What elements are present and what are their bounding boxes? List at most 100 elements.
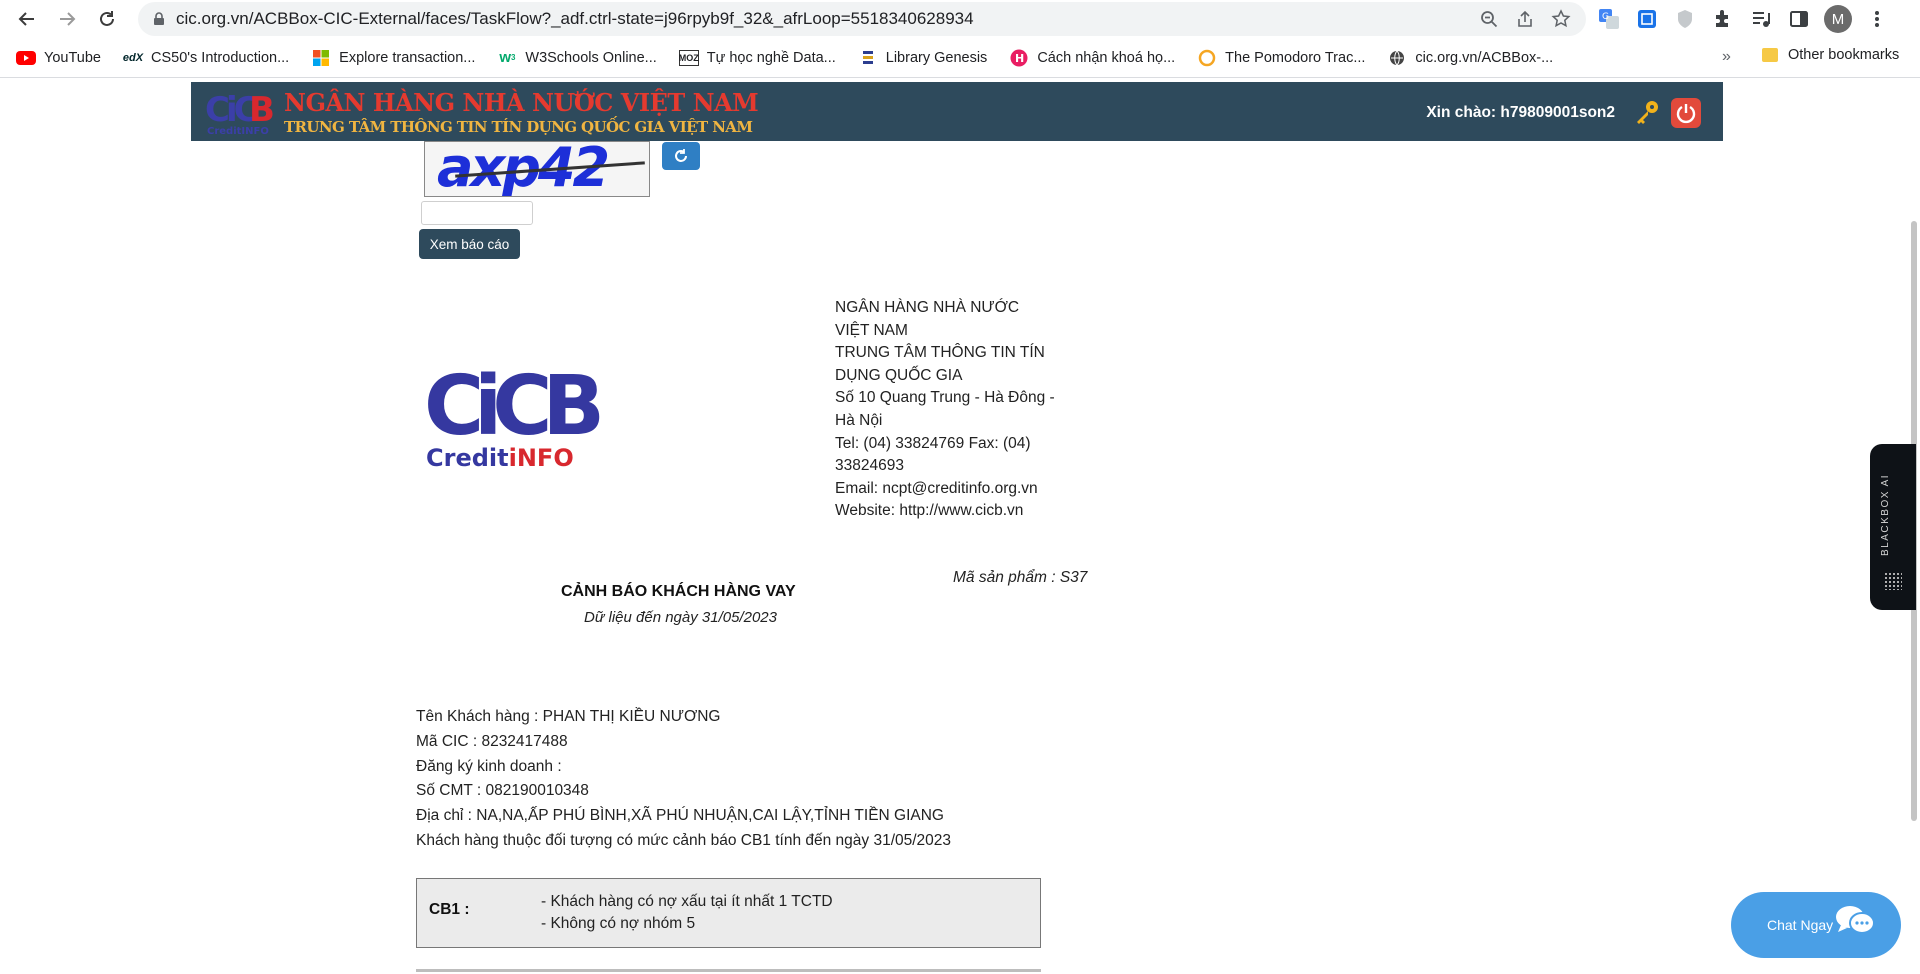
forward-button[interactable] bbox=[50, 2, 84, 36]
bookmark-cach-nhan[interactable]: H Cách nhận khoá họ... bbox=[1009, 49, 1176, 66]
user-greeting: Xin chào: h79809001son2 bbox=[1426, 104, 1615, 121]
zoom-icon[interactable] bbox=[1478, 8, 1500, 30]
org-email: Email: ncpt@creditinfo.org.vn bbox=[835, 479, 1038, 497]
logo-main-text: CiCB bbox=[424, 364, 599, 454]
site-header: CiC B CreditINFO NGÂN HÀNG NHÀ NƯỚC VIỆT… bbox=[191, 82, 1723, 141]
page-content: CiC B CreditINFO NGÂN HÀNG NHÀ NƯỚC VIỆT… bbox=[0, 79, 1920, 974]
logo-sub-text: CreditINFO bbox=[207, 126, 269, 137]
bookmark-label: Library Genesis bbox=[885, 49, 988, 66]
customer-cic: Mã CIC : 8232417488 bbox=[416, 732, 568, 750]
power-icon bbox=[1676, 104, 1696, 124]
back-button[interactable] bbox=[10, 2, 44, 36]
customer-id: Số CMT : 082190010348 bbox=[416, 782, 589, 800]
bookmarks-bar: YouTube edX CS50's Introduction... Explo… bbox=[0, 38, 1920, 78]
folder-icon bbox=[1762, 48, 1778, 62]
bookmark-label: CS50's Introduction... bbox=[150, 49, 290, 66]
cb-label: CB1 : bbox=[429, 901, 470, 918]
bookmark-libgen[interactable]: Library Genesis bbox=[858, 49, 988, 66]
bookmark-cs50[interactable]: edX CS50's Introduction... bbox=[123, 50, 289, 66]
customer-info: Tên Khách hàng : PHAN THỊ KIỀU NƯƠNG Mã … bbox=[416, 705, 951, 854]
chat-label: Chat Ngay bbox=[1767, 917, 1834, 933]
extension-area: G M bbox=[1596, 4, 1890, 34]
media-control-icon[interactable] bbox=[1748, 6, 1774, 32]
captcha-refresh-button[interactable] bbox=[662, 142, 700, 170]
bookmark-label: The Pomodoro Trac... bbox=[1225, 49, 1366, 66]
svg-text:B: B bbox=[249, 90, 275, 130]
share-icon[interactable] bbox=[1514, 8, 1536, 30]
blackbox-label: BLACKBOX AI bbox=[1880, 473, 1891, 556]
svg-text:CreditiNFO: CreditiNFO bbox=[426, 444, 574, 472]
h-icon: H bbox=[1009, 49, 1029, 66]
view-report-button[interactable]: Xem báo cáo bbox=[419, 229, 520, 259]
chat-now-button[interactable]: Chat Ngay bbox=[1731, 892, 1901, 958]
kebab-menu-icon[interactable] bbox=[1864, 6, 1890, 32]
customer-name: Tên Khách hàng : PHAN THỊ KIỀU NƯƠNG bbox=[416, 708, 721, 725]
product-code: Mã sản phẩm : S37 bbox=[953, 569, 1088, 586]
bookmark-label: cic.org.vn/ACBBox-... bbox=[1415, 49, 1554, 66]
browser-toolbar: cic.org.vn/ACBBox-CIC-External/faces/Tas… bbox=[0, 0, 1920, 38]
customer-warning: Khách hàng thuộc đối tượng có mức cảnh b… bbox=[416, 831, 952, 849]
translate-extension-icon[interactable]: G bbox=[1596, 6, 1622, 32]
cb-detail-line: - Không có nợ nhóm 5 bbox=[541, 915, 696, 932]
refresh-icon bbox=[675, 149, 687, 162]
reload-icon bbox=[100, 11, 114, 26]
org-website: Website: http://www.cicb.vn bbox=[835, 502, 1024, 520]
cb-warning-box: CB1 : - Khách hàng có nợ xấu tại ít nhất… bbox=[416, 878, 1041, 948]
shield-extension-icon[interactable] bbox=[1672, 6, 1698, 32]
lock-icon bbox=[154, 12, 164, 25]
microsoft-icon bbox=[311, 49, 331, 66]
cb-details: - Khách hàng có nợ xấu tại ít nhất 1 TCT… bbox=[541, 891, 833, 935]
org-phone: Tel: (04) 33824769 Fax: (04) 33824693 bbox=[835, 434, 1031, 475]
bookmark-pomodoro[interactable]: The Pomodoro Trac... bbox=[1197, 49, 1366, 66]
bookmark-label: Explore transaction... bbox=[339, 49, 476, 66]
key-icon[interactable] bbox=[1633, 98, 1661, 126]
address-bar[interactable]: cic.org.vn/ACBBox-CIC-External/faces/Tas… bbox=[138, 2, 1586, 36]
logout-button[interactable] bbox=[1671, 98, 1701, 128]
header-title: NGÂN HÀNG NHÀ NƯỚC VIỆT NAM bbox=[284, 88, 759, 117]
bookmark-label: Cách nhận khoá họ... bbox=[1037, 49, 1176, 66]
next-section-border bbox=[416, 969, 1041, 972]
w3schools-icon: w3 bbox=[499, 49, 516, 66]
logo-credit-text: Credit bbox=[426, 444, 509, 472]
report-date-note: Dữ liệu đến ngày 31/05/2023 bbox=[584, 609, 777, 626]
org-name: NGÂN HÀNG NHÀ NƯỚC VIỆT NAM bbox=[835, 299, 1020, 339]
bookmarks-overflow-button[interactable]: » bbox=[1722, 48, 1731, 66]
url-text[interactable]: cic.org.vn/ACBBox-CIC-External/faces/Tas… bbox=[176, 9, 1478, 29]
arrow-right-icon bbox=[60, 12, 76, 26]
edx-icon: edX bbox=[122, 51, 144, 64]
reload-button[interactable] bbox=[90, 2, 124, 36]
chat-bubbles-icon bbox=[1836, 906, 1875, 934]
logo-info-text: iNFO bbox=[509, 444, 574, 472]
side-panel-icon[interactable] bbox=[1786, 6, 1812, 32]
blackbox-ai-tab[interactable]: BLACKBOX AI bbox=[1870, 444, 1916, 610]
bookmark-w3schools[interactable]: w3 W3Schools Online... bbox=[497, 49, 657, 66]
other-bookmarks-label: Other bookmarks bbox=[1788, 47, 1900, 63]
arrow-left-icon bbox=[18, 12, 34, 26]
header-subtitle: TRUNG TÂM THÔNG TIN TÍN DỤNG QUỐC GIA VI… bbox=[284, 118, 753, 136]
bookmark-youtube[interactable]: YouTube bbox=[16, 50, 101, 66]
other-bookmarks-folder[interactable]: Other bookmarks bbox=[1762, 47, 1899, 63]
bookmark-label: W3Schools Online... bbox=[525, 49, 657, 66]
report-title: CẢNH BÁO KHÁCH HÀNG VAY bbox=[561, 583, 796, 600]
pomodoro-icon bbox=[1197, 49, 1217, 66]
svg-text:G: G bbox=[1602, 12, 1609, 22]
customer-address: Địa chỉ : NA,NA,ẤP PHÚ BÌNH,XÃ PHÚ NHUẬN… bbox=[416, 807, 944, 825]
cicb-logo-icon: CiC B CreditINFO bbox=[205, 90, 275, 137]
bookmark-label: Tự học nghề Data... bbox=[706, 49, 836, 66]
bookmark-explore-transaction[interactable]: Explore transaction... bbox=[311, 49, 476, 66]
bookmark-data[interactable]: MOZ Tự học nghề Data... bbox=[678, 49, 836, 66]
youtube-icon bbox=[16, 50, 36, 66]
customer-business: Đăng ký kinh doanh : bbox=[416, 757, 562, 775]
bookmark-cic[interactable]: cic.org.vn/ACBBox-... bbox=[1387, 50, 1553, 66]
profile-avatar[interactable]: M bbox=[1824, 5, 1852, 33]
cb-detail-line: - Khách hàng có nợ xấu tại ít nhất 1 TCT… bbox=[541, 893, 833, 910]
puzzle-icon[interactable] bbox=[1710, 6, 1736, 32]
report-cicb-logo: CiCB CreditiNFO bbox=[424, 364, 609, 472]
screenshot-extension-icon[interactable] bbox=[1634, 6, 1660, 32]
blackbox-dots-icon bbox=[1884, 572, 1902, 590]
org-address: Số 10 Quang Trung - Hà Đông - Hà Nội bbox=[835, 389, 1055, 429]
bookmark-star-icon[interactable] bbox=[1550, 8, 1572, 30]
org-center: TRUNG TÂM THÔNG TIN TÍN DỤNG QUỐC GIA bbox=[835, 344, 1045, 384]
captcha-input[interactable] bbox=[421, 201, 533, 225]
globe-icon bbox=[1387, 50, 1407, 66]
